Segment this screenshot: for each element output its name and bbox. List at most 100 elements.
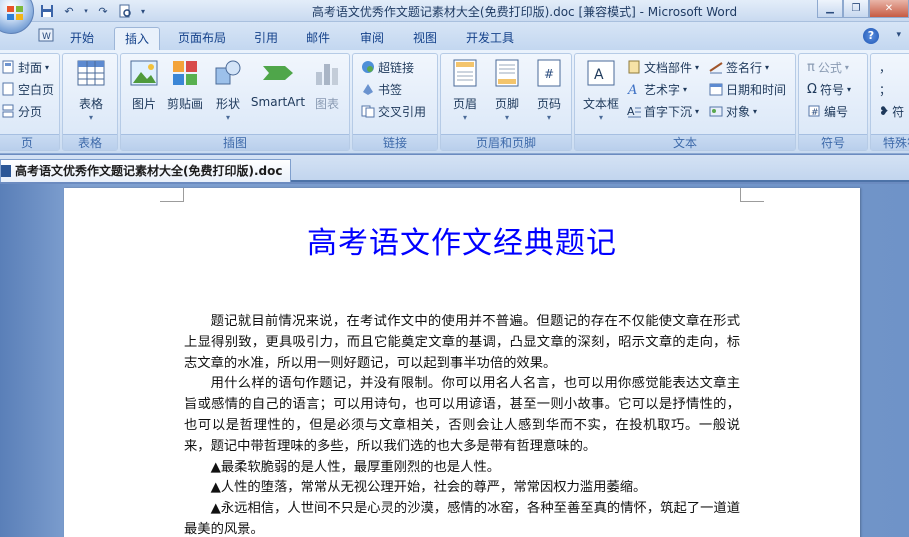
group-label-tables: 表格	[63, 134, 117, 150]
special-symbol-button[interactable]: ❥ 符	[879, 102, 904, 120]
special-semicolon-button[interactable]: ；	[879, 80, 891, 98]
picture-icon	[130, 60, 158, 86]
table-icon	[77, 60, 105, 86]
document-tab-strip: 高考语文优秀作文题记素材大全(免费打印版).doc	[0, 155, 909, 182]
document-body[interactable]: 题记就目前情况来说，在考试作文中的使用并不普遍。但题记的存在不仅能使文章在形式上…	[184, 312, 740, 537]
page-break-icon	[1, 104, 15, 118]
object-icon	[709, 104, 723, 118]
equation-button[interactable]: π 公式 ▾	[807, 58, 849, 76]
wordart-button[interactable]: A 艺术字 ▾	[627, 80, 687, 99]
group-label-links: 链接	[353, 134, 437, 150]
cross-reference-icon	[361, 104, 375, 118]
hyperlink-icon	[361, 60, 375, 74]
tab-references[interactable]: 引用	[244, 27, 288, 50]
group-tables: 表格 ▾ 表格	[62, 53, 118, 151]
cross-reference-button[interactable]: 交叉引用	[361, 102, 426, 120]
page-number-dropdown-icon[interactable]: ▾	[529, 113, 569, 122]
tab-developer[interactable]: 开发工具	[456, 27, 524, 50]
pi-icon: π	[807, 59, 815, 75]
signature-line-button[interactable]: 签名行 ▾	[709, 58, 769, 76]
group-symbols: π 公式 ▾ Ω 符号 ▾ # 编号 符号	[798, 53, 868, 151]
blank-page-button[interactable]: 空白页	[1, 80, 54, 98]
bookmark-icon	[361, 82, 375, 96]
special-comma-button[interactable]: ，	[879, 58, 891, 76]
group-label-symbols: 符号	[799, 134, 867, 150]
wordart-icon: A	[627, 82, 641, 98]
footer-icon	[495, 59, 519, 87]
drop-cap-button[interactable]: A 首字下沉 ▾	[627, 102, 699, 120]
clipart-icon	[173, 61, 197, 85]
numbering-button[interactable]: # 编号	[807, 102, 848, 120]
chart-button[interactable]: 图表	[309, 58, 345, 112]
minimize-icon[interactable]: ▁	[817, 0, 843, 18]
picture-button[interactable]: 图片	[127, 58, 161, 112]
footer-dropdown-icon[interactable]: ▾	[487, 113, 527, 122]
cover-page-button[interactable]: 封面 ▾	[1, 58, 49, 76]
clipart-button[interactable]: 剪贴画	[165, 58, 205, 112]
svg-text:#: #	[544, 67, 554, 81]
blank-page-icon	[1, 82, 15, 96]
symbol-button[interactable]: Ω 符号 ▾	[807, 80, 851, 98]
calendar-icon	[709, 82, 723, 96]
hyperlink-button[interactable]: 超链接	[361, 58, 414, 76]
tab-view[interactable]: 视图	[403, 27, 447, 50]
tab-review[interactable]: 审阅	[350, 27, 394, 50]
chart-icon	[316, 64, 338, 85]
header-button[interactable]: 页眉 ▾	[445, 58, 485, 122]
paragraph: ▲永远相信，人世间不只是心灵的沙漠，感情的冰窑，各种至善至真的情怀，筑起了一道道…	[184, 501, 740, 537]
group-label-text: 文本	[575, 134, 795, 150]
document-page[interactable]: 高考语文作文经典题记 题记就目前情况来说，在考试作文中的使用并不普遍。但题记的存…	[64, 188, 860, 537]
document-workspace: 高考语文作文经典题记 题记就目前情况来说，在考试作文中的使用并不普遍。但题记的存…	[0, 184, 909, 537]
footer-button[interactable]: 页脚 ▾	[487, 58, 527, 122]
signature-line-icon	[709, 60, 723, 74]
group-label-pages: 页	[0, 134, 59, 150]
table-dropdown-icon[interactable]: ▾	[73, 113, 109, 122]
textbox-button[interactable]: A 文本框 ▾	[579, 58, 623, 122]
ribbon-collapse-icon[interactable]: ▾	[896, 30, 901, 40]
quick-parts-icon	[627, 60, 641, 74]
numbering-icon: #	[807, 104, 821, 118]
svg-text:A: A	[627, 83, 637, 96]
header-icon	[453, 59, 477, 87]
shapes-button[interactable]: 形状 ▾	[211, 58, 245, 122]
office-logo-icon	[7, 6, 23, 20]
page-break-button[interactable]: 分页	[1, 102, 42, 120]
svg-text:#: #	[811, 108, 819, 118]
page-number-button[interactable]: # 页码 ▾	[529, 58, 569, 122]
group-links: 超链接 书签 交叉引用 链接	[352, 53, 438, 151]
object-button[interactable]: 对象 ▾	[709, 102, 757, 120]
shapes-dropdown-icon[interactable]: ▾	[211, 113, 245, 122]
restore-icon[interactable]: ❐	[843, 0, 869, 18]
title-bar: ↶ ▾ ↷ ▾ 高考语文优秀作文题记素材大全(免费打印版).doc [兼容模式]…	[0, 0, 909, 34]
group-special-symbols: ， ； ❥符 特殊符	[870, 53, 909, 151]
date-time-button[interactable]: 日期和时间	[709, 80, 786, 98]
omega-icon: Ω	[807, 81, 817, 97]
page-corner-mark-right	[740, 188, 764, 202]
window-controls: ▁ ❐ ✕	[817, 0, 909, 18]
group-label-header-footer: 页眉和页脚	[441, 134, 571, 150]
header-dropdown-icon[interactable]: ▾	[445, 113, 485, 122]
smartart-button[interactable]: SmartArt	[249, 58, 307, 109]
tab-page-layout[interactable]: 页面布局	[168, 27, 236, 50]
svg-text:A: A	[594, 67, 604, 83]
paragraph: 题记就目前情况来说，在考试作文中的使用并不普遍。但题记的存在不仅能使文章在形式上…	[184, 314, 740, 371]
window-title: 高考语文优秀作文题记素材大全(免费打印版).doc [兼容模式] - Micro…	[311, 5, 738, 19]
tab-mailings[interactable]: 邮件	[296, 27, 340, 50]
tab-insert[interactable]: 插入	[114, 27, 161, 50]
document-tab[interactable]: 高考语文优秀作文题记素材大全(免费打印版).doc	[0, 159, 292, 182]
close-icon[interactable]: ✕	[869, 0, 909, 18]
svg-text:W: W	[42, 32, 51, 42]
group-header-footer: 页眉 ▾ 页脚 ▾ # 页码 ▾ 页眉和页脚	[440, 53, 572, 151]
group-pages: 封面 ▾ 空白页 分页 页	[0, 53, 60, 151]
word-mini-icon: W	[38, 27, 54, 43]
ribbon: 封面 ▾ 空白页 分页 页 表格 ▾ 表格 图片 剪贴画 形状 ▾ SmartA…	[0, 50, 909, 154]
tab-home[interactable]: 开始	[60, 27, 104, 50]
group-label-special-symbols: 特殊符	[871, 134, 909, 150]
group-text: A 文本框 ▾ 文档部件 ▾ A 艺术字 ▾ A 首字下沉 ▾ 签名行 ▾ 日期和时间 …	[574, 53, 796, 151]
paragraph: ▲最柔软脆弱的是人性，最厚重刚烈的也是人性。	[210, 459, 501, 475]
table-button[interactable]: 表格 ▾	[73, 58, 109, 122]
textbox-dropdown-icon[interactable]: ▾	[579, 113, 623, 122]
help-icon[interactable]: ?	[863, 28, 879, 44]
bookmark-button[interactable]: 书签	[361, 80, 402, 98]
quick-parts-button[interactable]: 文档部件 ▾	[627, 58, 699, 76]
